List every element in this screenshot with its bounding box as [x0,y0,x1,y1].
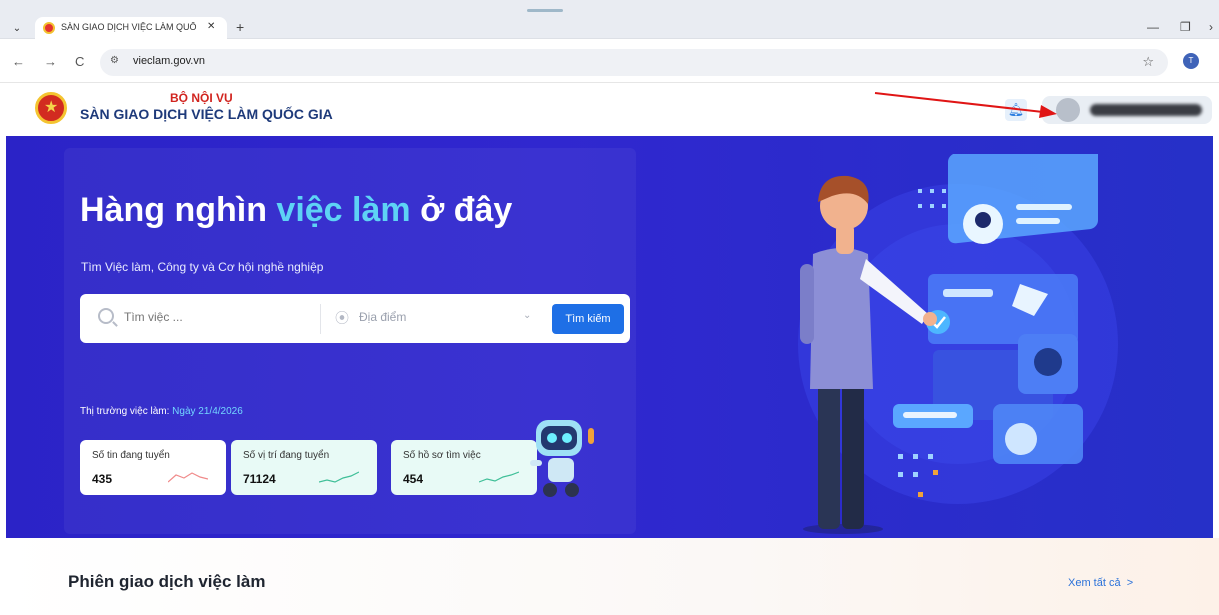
stat-label: Số vị trí đang tuyển [243,450,330,461]
location-pin-icon: ⦿ [335,310,349,326]
user-name-redacted [1090,104,1202,116]
tab-strip-indicator [527,9,563,12]
screenshot-root: ⌄ SÀN GIAO DỊCH VIỆC LÀM QUỐ ✕ + — ❐ › ←… [0,0,1219,615]
tab-close-icon[interactable]: ✕ [207,21,215,32]
search-divider [320,304,321,334]
window-minimize-button[interactable]: — [1147,20,1159,34]
robot-mascot-icon [530,420,594,497]
headline-part-2: ở đây [410,191,513,229]
stat-card-positions[interactable]: Số vị trí đang tuyển 71124 [231,440,377,495]
hero-subtitle: Tìm Việc làm, Công ty và Cơ hội nghề ngh… [81,260,324,274]
new-tab-button[interactable]: + [236,19,244,35]
stat-value: 435 [92,472,113,486]
site-name[interactable]: SÀN GIAO DỊCH VIỆC LÀM QUỐC GIA [80,106,333,122]
annotation-arrow [874,92,1057,118]
emblem-star-icon: ★ [44,99,59,116]
trend-sparkline-icon [319,471,359,483]
window-maximize-button[interactable]: ❐ [1180,20,1191,34]
browser-profile-avatar[interactable]: T [1183,53,1199,69]
section-title: Phiên giao dịch việc làm [68,572,266,591]
browser-tab-bar: ⌄ SÀN GIAO DỊCH VIỆC LÀM QUỐ ✕ + — ❐ › [0,0,1219,39]
location-select[interactable]: Địa điểm [359,310,406,324]
stat-value: 71124 [243,472,276,486]
bookmark-star-icon[interactable]: ☆ [1142,54,1154,70]
headline-highlight: việc làm [276,191,411,229]
back-button[interactable]: ← [12,54,25,69]
hero-banner: Hàng nghìn việc làm ở đây Tìm Việc làm, … [6,136,1213,538]
trend-sparkline-icon [479,471,519,483]
market-date: Ngày 21/4/2026 [172,406,243,417]
user-account-menu[interactable] [1042,96,1212,124]
view-all-link[interactable]: Xem tất cả > [1068,577,1133,589]
address-url[interactable]: vieclam.gov.vn [133,55,205,67]
site-favicon-icon [43,22,55,34]
site-info-icon[interactable]: ⚙ [110,55,119,66]
reload-button[interactable]: C [75,54,84,69]
window-overflow-icon[interactable]: › [1209,20,1213,34]
stat-label: Số tin đang tuyển [92,450,170,461]
stat-label: Số hồ sơ tìm việc [403,450,481,461]
stat-card-postings[interactable]: Số tin đang tuyển 435 [80,440,226,495]
stat-value: 454 [403,472,424,486]
market-label: Thị trường việc làm: [80,406,173,417]
tab-title: SÀN GIAO DỊCH VIỆC LÀM QUỐ [61,22,197,32]
address-bar[interactable]: ⚙ vieclam.gov.vn ☆ [100,49,1168,76]
forward-button[interactable]: → [44,54,57,69]
chevron-right-icon: > [1126,577,1134,589]
view-all-label: Xem tất cả [1068,577,1121,589]
market-info: Thị trường việc làm: Ngày 21/4/2026 [80,406,243,417]
user-avatar [1056,98,1080,122]
tab-search-button[interactable]: ⌄ [8,20,26,38]
browser-tab-active[interactable]: SÀN GIAO DỊCH VIỆC LÀM QUỐ ✕ [35,17,227,39]
search-button[interactable]: Tìm kiếm [552,304,624,334]
chevron-down-icon[interactable]: ⌄ [523,310,531,321]
job-seeker-illustration [798,154,1118,534]
hero-headline: Hàng nghìn việc làm ở đây [80,191,512,230]
national-emblem-logo[interactable]: ★ [35,92,67,124]
trend-sparkline-icon [168,472,208,483]
job-search-input[interactable] [124,310,304,324]
job-fair-section: Phiên giao dịch việc làm Xem tất cả > [0,538,1219,615]
stat-card-resumes[interactable]: Số hồ sơ tìm việc 454 [391,440,537,495]
search-icon [98,308,114,324]
ministry-name: BỘ NỘI VỤ [170,91,233,105]
headline-part-1: Hàng nghìn [80,191,277,229]
job-search-bar: ⦿ Địa điểm ⌄ Tìm kiếm [80,294,630,343]
browser-toolbar: ← → C ⚙ vieclam.gov.vn ☆ [0,40,1219,83]
